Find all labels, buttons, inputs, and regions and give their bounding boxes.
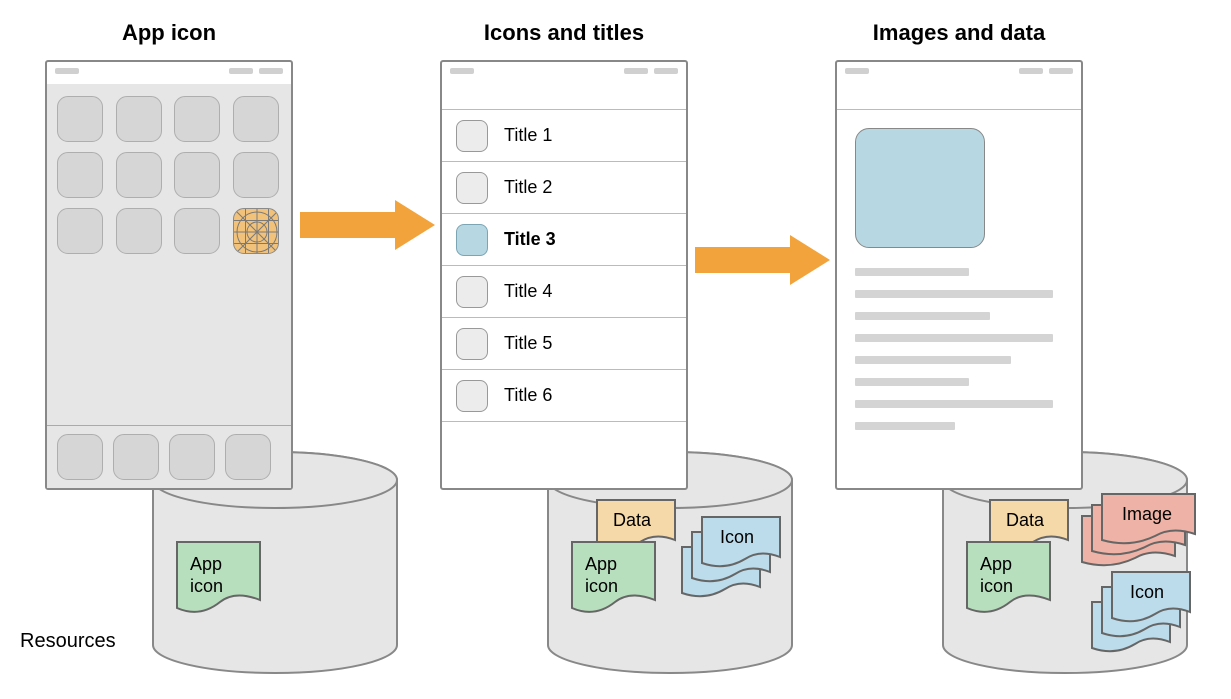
row-icon <box>456 276 488 308</box>
nav-bar <box>442 84 686 110</box>
image-card-stack: Image <box>1080 492 1200 572</box>
dock-app-icon[interactable] <box>225 434 271 480</box>
text-line <box>855 290 1053 298</box>
svg-text:Data: Data <box>613 510 652 530</box>
resources-label: Resources <box>20 630 116 653</box>
svg-text:App: App <box>585 554 617 574</box>
detail-image <box>855 128 985 248</box>
text-line <box>855 334 1053 342</box>
app-icon[interactable] <box>174 208 220 254</box>
row-icon <box>456 380 488 412</box>
svg-text:App: App <box>980 554 1012 574</box>
svg-text:Icon: Icon <box>1130 582 1164 602</box>
text-line <box>855 422 955 430</box>
row-label: Title 3 <box>504 229 556 250</box>
text-line <box>855 356 1011 364</box>
dock-app-icon[interactable] <box>113 434 159 480</box>
dock <box>47 425 291 488</box>
app-icon[interactable] <box>57 152 103 198</box>
text-line <box>855 312 990 320</box>
phone-home-screen <box>45 60 293 490</box>
row-label: Title 6 <box>504 385 552 406</box>
col1-title: App icon <box>45 20 293 46</box>
app-icon[interactable] <box>57 208 103 254</box>
row-label: Title 5 <box>504 333 552 354</box>
status-bar <box>442 62 686 84</box>
col2-title: Icons and titles <box>440 20 688 46</box>
detail-view <box>837 110 1081 462</box>
text-line <box>855 400 1053 408</box>
app-icon[interactable] <box>174 96 220 142</box>
phone-list-screen: Title 1 Title 2 Title 3 Title 4 Title 5 … <box>440 60 688 490</box>
svg-text:App: App <box>190 554 222 574</box>
status-bar <box>837 62 1081 84</box>
svg-text:icon: icon <box>980 576 1013 596</box>
app-icon[interactable] <box>57 96 103 142</box>
icon-card-stack: Icon <box>1090 570 1200 670</box>
diagram: App icon Icons and titles Images and dat… <box>20 20 1211 679</box>
target-app-icon[interactable] <box>233 208 279 254</box>
app-icon[interactable] <box>116 208 162 254</box>
list-row[interactable]: Title 6 <box>442 370 686 422</box>
row-icon <box>456 120 488 152</box>
row-icon <box>456 172 488 204</box>
svg-text:Image: Image <box>1122 504 1172 524</box>
text-line <box>855 378 969 386</box>
list-view: Title 1 Title 2 Title 3 Title 4 Title 5 … <box>442 110 686 422</box>
app-icon-card: App icon <box>965 540 1065 630</box>
col3-title: Images and data <box>835 20 1083 46</box>
arrow-icon <box>300 200 435 250</box>
list-row[interactable]: Title 2 <box>442 162 686 214</box>
list-row[interactable]: Title 5 <box>442 318 686 370</box>
phone-detail-screen <box>835 60 1083 490</box>
app-grid <box>47 88 291 262</box>
row-icon <box>456 224 488 256</box>
app-icon-card: App icon <box>570 540 670 630</box>
list-row-selected[interactable]: Title 3 <box>442 214 686 266</box>
svg-text:icon: icon <box>190 576 223 596</box>
arrow-icon <box>695 235 830 285</box>
dock-app-icon[interactable] <box>169 434 215 480</box>
app-icon[interactable] <box>233 96 279 142</box>
text-line <box>855 268 969 276</box>
app-icon[interactable] <box>174 152 220 198</box>
svg-text:Data: Data <box>1006 510 1045 530</box>
app-icon[interactable] <box>233 152 279 198</box>
row-label: Title 4 <box>504 281 552 302</box>
app-icon[interactable] <box>116 152 162 198</box>
row-label: Title 2 <box>504 177 552 198</box>
svg-text:icon: icon <box>585 576 618 596</box>
list-row[interactable]: Title 1 <box>442 110 686 162</box>
app-icon[interactable] <box>116 96 162 142</box>
app-icon-card: App icon <box>175 540 275 630</box>
nav-bar <box>837 84 1081 110</box>
target-grid-icon <box>234 209 279 254</box>
row-icon <box>456 328 488 360</box>
dock-app-icon[interactable] <box>57 434 103 480</box>
svg-text:Icon: Icon <box>720 527 754 547</box>
status-bar <box>47 62 291 84</box>
row-label: Title 1 <box>504 125 552 146</box>
icon-card-stack: Icon <box>680 515 790 615</box>
list-row[interactable]: Title 4 <box>442 266 686 318</box>
